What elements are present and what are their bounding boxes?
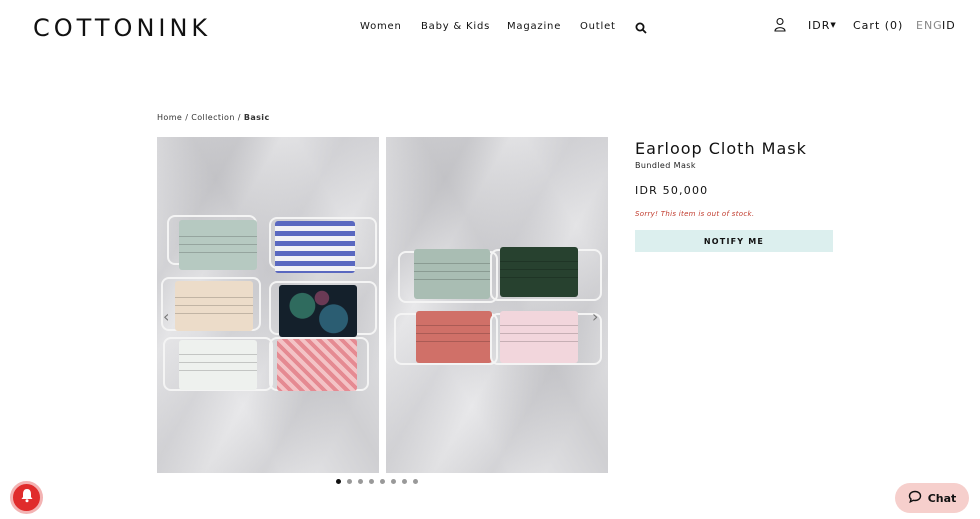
breadcrumb-separator: / — [237, 113, 241, 122]
mask-leaf-print — [279, 285, 357, 337]
mask-sage — [179, 220, 257, 270]
mask-stripe — [275, 221, 355, 273]
product-price: IDR 50,000 — [635, 184, 709, 197]
bell-icon — [20, 488, 34, 507]
breadcrumb-home[interactable]: Home — [157, 113, 182, 122]
chat-label: Chat — [927, 491, 957, 505]
caret-down-icon: ▼ — [830, 21, 837, 29]
breadcrumb-separator: / — [185, 113, 189, 122]
chevron-left-icon[interactable]: ‹ — [163, 307, 169, 326]
carousel-dot[interactable] — [402, 479, 407, 484]
carousel-dot[interactable] — [347, 479, 352, 484]
product-image-1[interactable] — [157, 137, 379, 473]
carousel-dot[interactable] — [336, 479, 341, 484]
mask-pink-print — [277, 339, 357, 391]
currency-label: IDR — [808, 19, 831, 32]
brand-logo[interactable]: COTTONINK — [33, 14, 211, 42]
chat-bubble-icon — [908, 490, 922, 506]
stock-message: Sorry! This item is out of stock. — [635, 210, 755, 218]
carousel-dot[interactable] — [391, 479, 396, 484]
breadcrumb-current: Basic — [243, 113, 270, 122]
nav-women[interactable]: Women — [360, 21, 402, 32]
chevron-right-icon[interactable]: › — [592, 307, 598, 326]
mask-white — [179, 340, 257, 390]
notification-bell-button[interactable] — [10, 481, 43, 514]
carousel-dots — [336, 479, 418, 484]
carousel-dot[interactable] — [380, 479, 385, 484]
nav-baby-kids[interactable]: Baby & Kids — [421, 21, 490, 32]
cart-link[interactable]: Cart (0) — [853, 19, 903, 32]
nav-outlet[interactable]: Outlet — [580, 21, 616, 32]
notify-me-button[interactable]: NOTIFY ME — [635, 230, 833, 252]
lang-eng[interactable]: ENG — [916, 19, 943, 32]
mask-forest — [500, 247, 578, 297]
product-image-2[interactable] — [386, 137, 608, 473]
product-title: Earloop Cloth Mask — [635, 139, 807, 158]
carousel-dot[interactable] — [369, 479, 374, 484]
nav-magazine[interactable]: Magazine — [507, 21, 561, 32]
carousel-dot[interactable] — [358, 479, 363, 484]
lang-id[interactable]: ID — [942, 19, 956, 32]
search-icon[interactable] — [635, 19, 647, 38]
currency-selector[interactable]: IDR▼ — [808, 19, 837, 32]
mask-sage — [414, 249, 490, 299]
mask-blush — [500, 311, 578, 363]
breadcrumb-collection[interactable]: Collection — [191, 113, 235, 122]
user-icon[interactable] — [774, 17, 786, 36]
product-subtitle: Bundled Mask — [635, 161, 696, 170]
mask-beige — [175, 281, 253, 331]
breadcrumb: Home / Collection / Basic — [157, 113, 270, 122]
chat-button[interactable]: Chat — [895, 483, 969, 513]
mask-coral — [416, 311, 492, 363]
carousel-dot[interactable] — [413, 479, 418, 484]
